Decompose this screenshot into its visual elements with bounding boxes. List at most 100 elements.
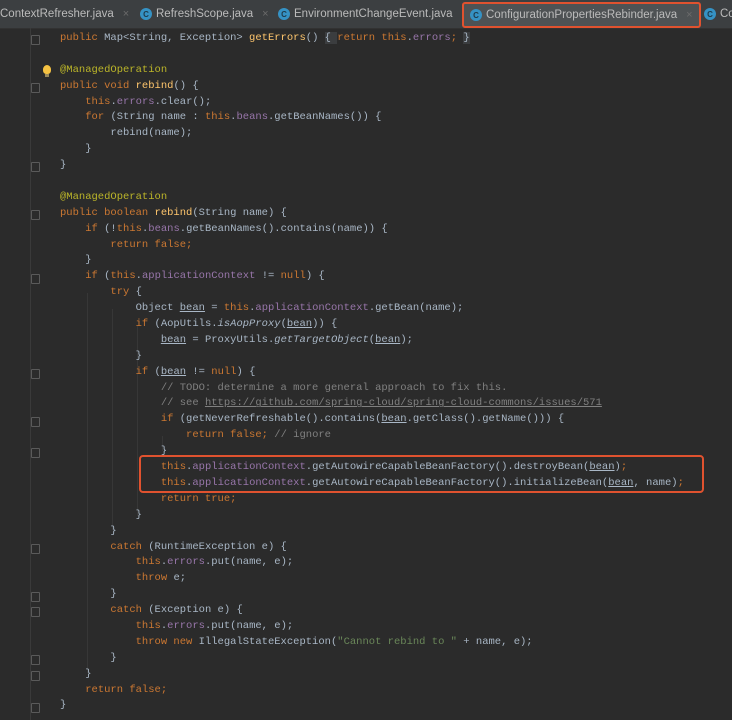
code-token: this [116,222,142,235]
code-token: .put(name, e); [204,556,294,569]
code-token: { [135,286,142,299]
code-line[interactable]: Object bean = this.applicationContext.ge… [60,301,684,317]
code-line[interactable]: } [60,508,684,524]
tab-environment-change-event[interactable]: C EnvironmentChangeEvent.java × [278,0,468,28]
code-line[interactable]: this.errors.put(name, e); [60,619,684,635]
code-line[interactable]: public void rebind() { [60,79,684,95]
code-token: { [324,32,338,44]
tab-label: Co [720,8,732,20]
close-icon[interactable]: × [123,8,129,20]
tab-context-refresher[interactable]: ContextRefresher.java × [0,0,129,28]
code-line[interactable]: for (String name : this.beans.getBeanNam… [60,110,684,126]
lightbulb-icon[interactable] [43,65,51,77]
code-token: rebind [154,206,193,219]
code-token: this [204,111,231,124]
code-line[interactable]: throw e; [60,571,684,587]
code-line[interactable]: public Map<String, Exception> getErrors(… [60,31,684,47]
code-token: applicationContext [255,302,369,315]
code-line[interactable]: catch (Exception e) { [60,603,684,619]
tab-configuration-properties-rebinder[interactable]: C ConfigurationPropertiesRebinder.java × [462,2,701,28]
tab-overflow[interactable]: C Co [704,0,732,28]
code-line[interactable]: if (this.applicationContext != null) { [60,269,684,285]
code-line[interactable]: @ManagedOperation [60,63,684,79]
code-token: ; [230,492,237,505]
code-line[interactable]: } [60,651,684,667]
code-token: (RuntimeException e) { [148,540,287,553]
code-line[interactable]: bean = ProxyUtils.getTargetObject(bean); [60,333,684,349]
code-token: bean [381,413,407,426]
code-token: != [255,270,281,283]
close-icon[interactable]: × [262,8,268,20]
code-token: @ManagedOperation [60,63,168,76]
fold-marker-icon[interactable] [31,448,40,459]
code-line[interactable]: if (!this.beans.getBeanNames().contains(… [60,222,684,238]
code-editor[interactable]: public Map<String, Exception> getErrors(… [60,31,684,714]
tab-refresh-scope[interactable]: C RefreshScope.java × [140,0,269,28]
code-line[interactable]: try { [60,285,684,301]
code-line[interactable]: return false; // ignore [60,428,684,444]
code-line[interactable]: this.errors.put(name, e); [60,555,684,571]
code-line[interactable]: if (bean != null) { [60,365,684,381]
code-line[interactable]: catch (RuntimeException e) { [60,540,684,556]
code-token: } [60,651,117,664]
code-token: beans [236,111,268,124]
code-token: .getBeanNames().contains(name)) { [179,222,388,235]
code-token: () { [173,79,199,92]
fold-marker-icon[interactable] [31,162,40,173]
code-token: return false [85,683,161,696]
code-line[interactable]: } [60,698,684,714]
code-line[interactable]: } [60,587,684,603]
code-line[interactable]: throw new IllegalStateException("Cannot … [60,635,684,651]
code-token: .getClass().getName())) { [406,413,565,426]
code-token: beans [148,222,180,235]
fold-marker-icon[interactable] [31,35,40,45]
code-token: } [60,349,142,362]
tab-label: ContextRefresher.java [0,8,114,20]
code-token: rebind [135,79,174,92]
fold-marker-icon[interactable] [31,702,40,713]
code-line[interactable]: @ManagedOperation [60,190,684,206]
code-line[interactable]: public boolean rebind(String name) { [60,206,684,222]
code-line[interactable]: } [60,253,684,269]
code-line[interactable]: rebind(name); [60,126,684,142]
code-line[interactable]: this.errors.clear(); [60,95,684,111]
fold-marker-icon[interactable] [31,416,40,427]
code-line[interactable]: if (AopUtils.isAopProxy(bean)) { [60,317,684,333]
fold-marker-icon[interactable] [31,82,40,93]
code-token: throw new [135,635,199,648]
fold-marker-icon[interactable] [31,543,40,554]
code-link[interactable]: https://github.com/spring-cloud/spring-c… [205,397,602,409]
code-line[interactable]: } [60,667,684,683]
code-token: catch [110,540,149,553]
code-line[interactable]: return false; [60,238,684,254]
fold-marker-icon[interactable] [31,591,40,602]
fold-marker-icon[interactable] [31,273,40,284]
code-token: } [60,588,117,601]
fold-marker-icon[interactable] [31,209,40,220]
code-line[interactable]: // see https://github.com/spring-cloud/s… [60,396,684,412]
code-line[interactable]: } [60,158,684,174]
fold-marker-icon[interactable] [31,368,40,379]
code-line[interactable]: } [60,349,684,365]
code-line[interactable]: } [60,142,684,158]
code-token: } [60,159,67,172]
code-line[interactable]: } [60,524,684,540]
code-line[interactable]: // TODO: determine a more general approa… [60,381,684,397]
fold-marker-icon[interactable] [31,655,40,666]
code-line[interactable]: return true; [60,492,684,508]
code-line[interactable]: if (getNeverRefreshable().contains(bean.… [60,412,684,428]
fold-marker-icon[interactable] [31,607,40,618]
close-icon[interactable]: × [686,9,692,21]
code-line[interactable] [60,174,684,190]
code-token: ; [261,429,275,442]
code-line[interactable]: return false; [60,683,684,699]
code-line[interactable] [60,47,684,63]
fold-marker-icon[interactable] [31,671,40,681]
